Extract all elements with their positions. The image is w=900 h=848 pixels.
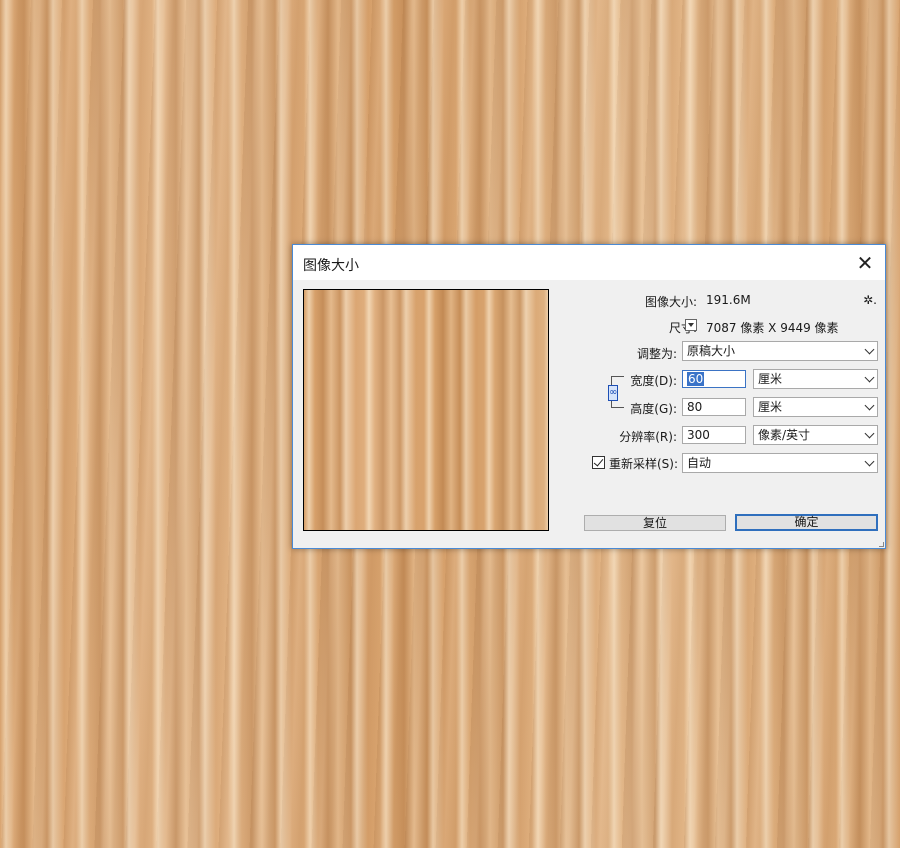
- chevron-down-icon: [864, 400, 875, 411]
- height-input[interactable]: 80: [682, 398, 746, 416]
- width-value: 60: [687, 372, 705, 386]
- fit-to-select[interactable]: 原稿大小: [682, 341, 878, 361]
- image-size-dialog: 图像大小 ✕ ✲. 图像大小: 191.6M 尺寸: 7087 像素 X 944…: [292, 244, 886, 549]
- resolution-input[interactable]: 300: [682, 426, 746, 444]
- height-unit-select[interactable]: 厘米: [753, 397, 878, 417]
- chain-bracket-top: [611, 376, 624, 385]
- link-icon[interactable]: ∞: [608, 385, 618, 401]
- resolution-label: 分辨率(R):: [619, 430, 677, 444]
- height-unit-value: 厘米: [758, 400, 783, 414]
- dimensions-value: 7087 像素 X 9449 像素: [706, 321, 839, 335]
- chevron-down-icon: [864, 428, 875, 439]
- height-value: 80: [687, 400, 703, 414]
- resolution-value: 300: [687, 428, 710, 442]
- ok-button[interactable]: 确定: [735, 514, 878, 531]
- resample-value: 自动: [687, 456, 712, 470]
- resolution-unit-value: 像素/英寸: [758, 428, 811, 442]
- dialog-title: 图像大小: [303, 258, 359, 274]
- dimensions-unit-dropdown[interactable]: [685, 319, 697, 331]
- width-input[interactable]: 60: [682, 370, 746, 388]
- resample-checkbox[interactable]: [592, 456, 605, 469]
- width-label: 宽度(D):: [630, 374, 677, 388]
- image-size-value: 191.6M: [706, 293, 751, 307]
- chevron-down-icon: [864, 344, 875, 355]
- resize-grip[interactable]: [879, 542, 884, 547]
- resample-label: 重新采样(S):: [609, 457, 679, 471]
- resolution-unit-select[interactable]: 像素/英寸: [753, 425, 878, 445]
- width-unit-select[interactable]: 厘米: [753, 369, 878, 389]
- dialog-titlebar: 图像大小 ✕: [293, 245, 885, 280]
- image-size-label: 图像大小:: [644, 295, 697, 309]
- fit-to-label: 调整为:: [636, 347, 677, 361]
- fit-to-value: 原稿大小: [687, 344, 736, 358]
- image-preview[interactable]: [303, 289, 549, 531]
- chevron-down-icon: [864, 372, 875, 383]
- close-icon[interactable]: ✕: [845, 245, 885, 280]
- resample-select[interactable]: 自动: [682, 453, 878, 473]
- reset-button[interactable]: 复位: [584, 515, 726, 531]
- height-label: 高度(G):: [630, 402, 677, 416]
- gear-icon[interactable]: ✲.: [863, 293, 877, 307]
- chevron-down-icon: [864, 456, 875, 467]
- width-unit-value: 厘米: [758, 372, 783, 386]
